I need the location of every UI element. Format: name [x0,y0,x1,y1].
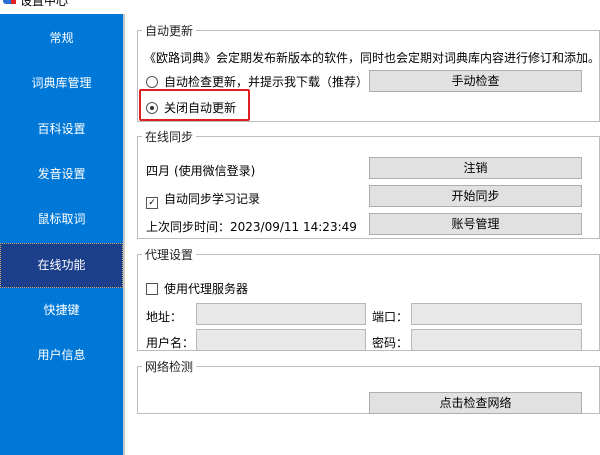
auto-sync-checkbox[interactable]: ✓ 自动同步学习记录 [146,190,260,209]
online-sync-legend: 在线同步 [145,130,194,144]
check-network-button[interactable]: 点击检查网络 [369,392,582,414]
proxy-group: 代理设置 使用代理服务器 地址： 端口： 用户名： 密码： [137,246,600,351]
sidebar-item-mouse-capture[interactable]: 鼠标取词 [0,197,123,242]
sidebar-item-encyclopedia[interactable]: 百科设置 [0,107,123,152]
address-label: 地址： [146,310,183,324]
manual-check-button[interactable]: 手动检查 [369,70,582,92]
last-sync-time: 2023/09/11 14:23:49 [230,220,357,234]
checkbox-icon [146,283,158,295]
start-sync-button[interactable]: 开始同步 [369,185,582,207]
logout-button[interactable]: 注销 [369,157,582,179]
sidebar-item-shortcuts[interactable]: 快捷键 [0,288,123,333]
auto-update-legend: 自动更新 [145,24,194,38]
sidebar-item-pronunciation[interactable]: 发音设置 [0,152,123,197]
sidebar-item-user-info[interactable]: 用户信息 [0,333,123,378]
port-label: 端口： [372,310,409,324]
password-label: 密码： [372,336,409,350]
auto-update-description: 《欧路词典》会定期发布新版本的软件，同时也会定期对词典库内容进行修订和添加。 [144,51,600,65]
login-method-text: (使用微信登录) [174,164,256,178]
port-input[interactable] [411,303,582,325]
last-sync-label: 上次同步时间： [146,220,231,234]
proxy-username-input[interactable] [196,329,366,351]
radio-icon [146,76,158,88]
network-check-legend: 网络检测 [145,360,194,374]
address-input[interactable] [196,303,366,325]
checkbox-label: 自动同步学习记录 [164,192,261,206]
account-manage-button[interactable]: 账号管理 [369,213,582,235]
title-bar: 设置中心 [0,0,600,8]
proxy-username-label: 用户名： [146,336,195,350]
sidebar-item-general[interactable]: 常规 [0,16,123,61]
proxy-legend: 代理设置 [145,248,194,262]
password-input[interactable] [411,329,582,351]
sidebar: 常规 词典库管理 百科设置 发音设置 鼠标取词 在线功能 快捷键 用户信息 [0,14,125,455]
username-text: 四月 [146,164,171,178]
sidebar-item-online[interactable]: 在线功能 [0,243,123,288]
use-proxy-checkbox[interactable]: 使用代理服务器 [146,280,248,297]
radio-auto-check[interactable]: 自动检查更新，并提示我下载（推荐） [146,73,368,90]
network-check-group: 网络检测 点击检查网络 [137,358,600,414]
app-icon [3,0,16,4]
highlight-box [139,89,250,121]
checkbox-label: 使用代理服务器 [164,282,249,296]
window-title: 设置中心 [20,0,69,8]
online-sync-group: 在线同步 四月 (使用微信登录) 注销 ✓ 自动同步学习记录 开始同步 上次同步时… [137,128,600,239]
radio-label: 自动检查更新，并提示我下载（推荐） [164,75,369,89]
sidebar-item-dictionary-library[interactable]: 词典库管理 [0,61,123,106]
checkbox-checked-icon: ✓ [146,197,158,209]
last-sync-row: 上次同步时间：2023/09/11 14:23:49 [146,218,357,235]
